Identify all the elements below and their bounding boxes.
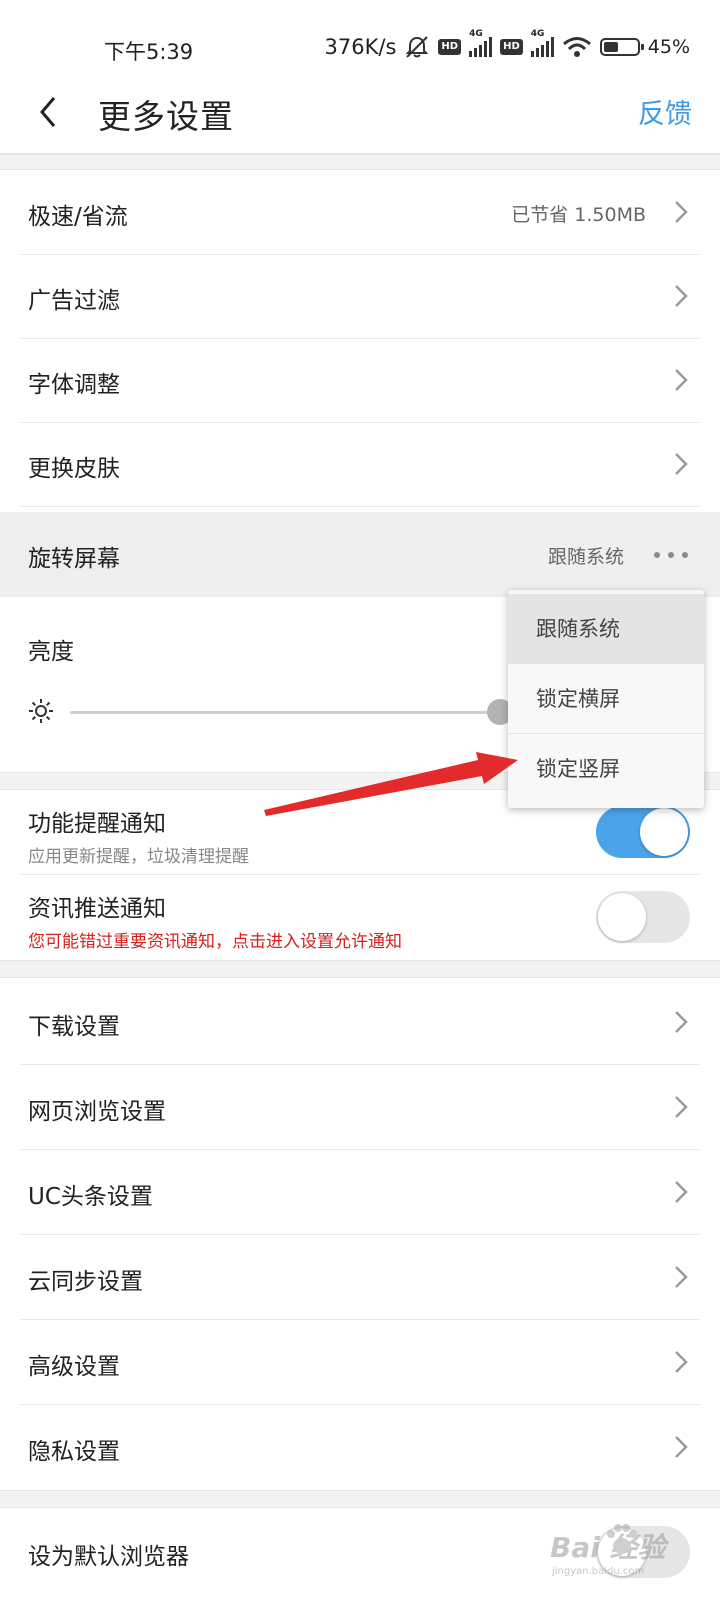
brightness-label: 亮度 bbox=[28, 639, 74, 665]
chevron-right-icon bbox=[675, 1436, 688, 1458]
row-label: 字体调整 bbox=[28, 372, 120, 398]
section-separator bbox=[0, 1490, 720, 1508]
row-news-push-notification[interactable]: 资讯推送通知 您可能错过重要资讯通知，点击进入设置允许通知 bbox=[0, 875, 720, 960]
row-speed-saving[interactable]: 极速/省流 已节省 1.50MB bbox=[0, 170, 720, 255]
popup-option-label: 锁定横屏 bbox=[536, 687, 620, 711]
row-label: 广告过滤 bbox=[28, 288, 120, 314]
status-icons: 376K/s HD 4G HD 4G 45% bbox=[324, 29, 690, 62]
row-ad-filter[interactable]: 广告过滤 bbox=[0, 254, 720, 339]
status-bar: 下午5:39 376K/s HD 4G HD 4G 45% bbox=[0, 0, 720, 80]
row-change-skin[interactable]: 更换皮肤 bbox=[0, 422, 720, 507]
chevron-right-icon bbox=[675, 369, 688, 391]
rotate-options-popup: 跟随系统 锁定横屏 锁定竖屏 bbox=[508, 590, 704, 808]
row-download-settings[interactable]: 下载设置 bbox=[0, 980, 720, 1065]
popup-option-lock-landscape[interactable]: 锁定横屏 bbox=[508, 664, 704, 734]
chevron-left-icon bbox=[40, 97, 56, 127]
row-value: 跟随系统 bbox=[547, 546, 624, 568]
row-label: UC头条设置 bbox=[28, 1184, 153, 1210]
mute-icon bbox=[406, 36, 429, 58]
row-label: 设为默认浏览器 bbox=[28, 1544, 189, 1570]
row-font-size[interactable]: 字体调整 bbox=[0, 338, 720, 423]
hd-badge-1: HD bbox=[438, 39, 462, 55]
chevron-right-icon bbox=[675, 1266, 688, 1288]
signal-icon-1: 4G bbox=[469, 29, 493, 57]
popup-option-follow-system[interactable]: 跟随系统 bbox=[508, 594, 704, 664]
page-title: 更多设置 bbox=[98, 97, 234, 136]
chevron-right-icon bbox=[675, 1351, 688, 1373]
brightness-slider[interactable] bbox=[70, 711, 500, 714]
row-warning[interactable]: 您可能错过重要资讯通知，点击进入设置允许通知 bbox=[28, 927, 402, 952]
row-label: 高级设置 bbox=[28, 1354, 120, 1380]
feedback-button[interactable]: 反馈 bbox=[638, 92, 692, 131]
row-cloud-sync-settings[interactable]: 云同步设置 bbox=[0, 1235, 720, 1320]
battery-percent: 45% bbox=[647, 36, 690, 58]
section-separator bbox=[0, 154, 720, 170]
popup-option-lock-portrait[interactable]: 锁定竖屏 bbox=[508, 734, 704, 804]
chevron-right-icon bbox=[675, 1181, 688, 1203]
chevron-right-icon bbox=[675, 1011, 688, 1033]
network-speed: 376K/s bbox=[324, 35, 397, 59]
chevron-right-icon bbox=[675, 285, 688, 307]
section-separator bbox=[0, 960, 720, 978]
hd-badge-2: HD bbox=[500, 39, 523, 55]
row-label: 极速/省流 bbox=[28, 204, 128, 230]
watermark-url: jingyan.baidu.com bbox=[552, 1566, 645, 1577]
row-privacy-settings[interactable]: 隐私设置 bbox=[0, 1405, 720, 1490]
news-push-toggle[interactable] bbox=[596, 891, 690, 943]
row-label: 功能提醒通知 bbox=[28, 811, 166, 837]
row-value: 已节省 1.50MB bbox=[511, 204, 646, 226]
row-rotate-screen[interactable]: 旋转屏幕 跟随系统 bbox=[0, 512, 720, 597]
signal-icon-2: 4G bbox=[530, 29, 554, 57]
row-subtitle: 应用更新提醒，垃圾清理提醒 bbox=[28, 847, 249, 867]
more-options-icon[interactable] bbox=[654, 552, 688, 558]
row-label: 下载设置 bbox=[28, 1014, 120, 1040]
wifi-icon bbox=[562, 37, 591, 57]
row-label: 云同步设置 bbox=[28, 1269, 143, 1295]
back-button[interactable] bbox=[32, 90, 72, 134]
chevron-right-icon bbox=[675, 453, 688, 475]
row-browsing-settings[interactable]: 网页浏览设置 bbox=[0, 1065, 720, 1150]
row-label: 资讯推送通知 bbox=[28, 896, 166, 922]
paw-logo-icon bbox=[607, 1524, 637, 1554]
row-uc-headlines-settings[interactable]: UC头条设置 bbox=[0, 1150, 720, 1235]
row-label: 更换皮肤 bbox=[28, 456, 120, 482]
baidu-jingyan-watermark: Bai 经验 jingyan.baidu.com bbox=[550, 1516, 710, 1582]
feature-notification-toggle[interactable] bbox=[596, 806, 690, 858]
chevron-right-icon bbox=[675, 201, 688, 223]
battery-icon bbox=[599, 38, 644, 56]
row-advanced-settings[interactable]: 高级设置 bbox=[0, 1320, 720, 1405]
row-label: 旋转屏幕 bbox=[28, 546, 120, 572]
sun-icon bbox=[29, 699, 53, 723]
status-time: 下午5:39 bbox=[104, 40, 194, 64]
row-label: 网页浏览设置 bbox=[28, 1099, 166, 1125]
chevron-right-icon bbox=[675, 1096, 688, 1118]
app-header: 更多设置 反馈 bbox=[0, 80, 720, 154]
divider bbox=[20, 506, 700, 507]
row-label: 隐私设置 bbox=[28, 1439, 120, 1465]
